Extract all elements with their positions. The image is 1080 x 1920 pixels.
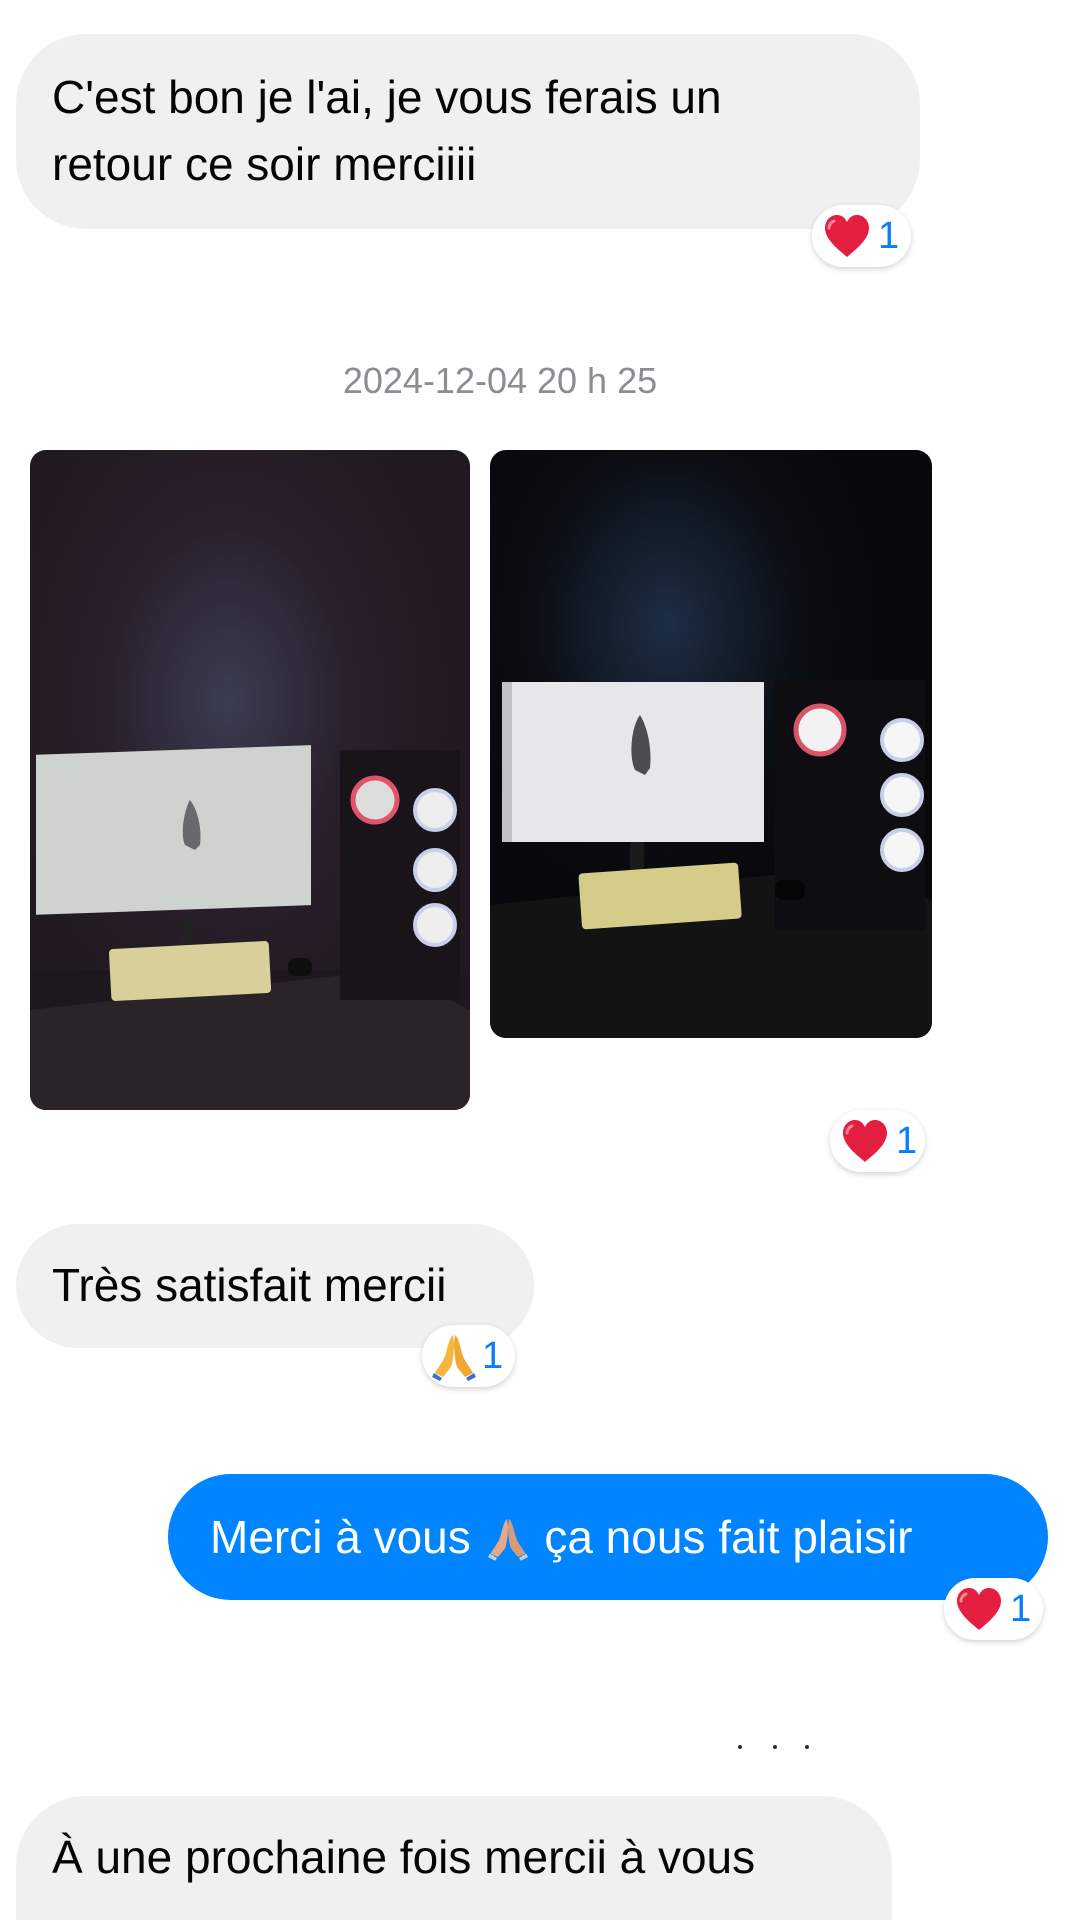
gaming-setup-photo xyxy=(30,450,470,1110)
message-text-end: ça nous fait plaisir xyxy=(544,1511,913,1563)
heart-icon xyxy=(822,213,872,259)
heart-icon xyxy=(954,1586,1004,1632)
praying-hands-icon xyxy=(487,1518,528,1561)
photo-attachment-2[interactable] xyxy=(490,450,932,1038)
reaction-count: 1 xyxy=(1010,1587,1032,1630)
message-text-start: Merci à vous xyxy=(210,1511,471,1563)
reaction-badge[interactable]: 1 xyxy=(422,1325,516,1387)
typing-indicator-dots xyxy=(738,1745,809,1749)
reaction-badge[interactable]: 1 xyxy=(812,205,912,267)
praying-hands-icon xyxy=(432,1331,476,1381)
message-text-line-1: C'est bon je l'ai, je vous ferais un xyxy=(52,71,722,123)
message-text: Très satisfait mercii xyxy=(52,1259,447,1311)
reaction-count: 1 xyxy=(896,1119,918,1162)
reaction-count: 1 xyxy=(482,1334,504,1377)
reaction-badge[interactable]: 1 xyxy=(830,1110,925,1172)
message-text-line-2: retour ce soir merciiii xyxy=(52,138,477,190)
message-timestamp: 2024-12-04 20 h 25 xyxy=(342,360,658,401)
reaction-badge[interactable]: 1 xyxy=(944,1578,1044,1640)
outgoing-message-bubble[interactable]: Merci à vous ça nous fait plaisir xyxy=(168,1474,1048,1600)
gaming-setup-photo xyxy=(490,450,932,1038)
heart-icon xyxy=(840,1118,890,1164)
incoming-message-bubble[interactable]: À une prochaine fois mercii à vous xyxy=(16,1796,892,1920)
incoming-message-bubble[interactable]: C'est bon je l'ai, je vous ferais un ret… xyxy=(16,34,920,229)
reaction-count: 1 xyxy=(878,214,900,257)
message-text: À une prochaine fois mercii à vous xyxy=(52,1831,756,1883)
photo-attachment-1[interactable] xyxy=(30,450,470,1110)
